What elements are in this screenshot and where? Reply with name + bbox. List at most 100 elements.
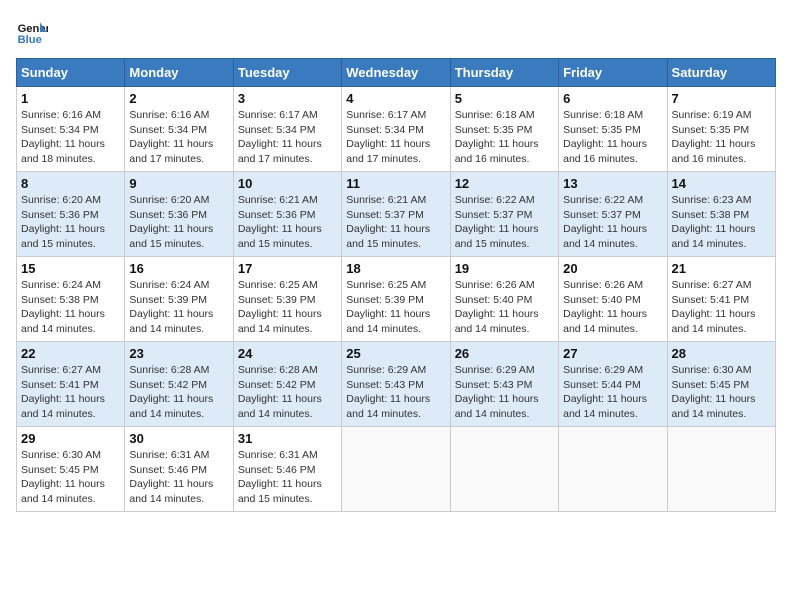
- svg-text:Blue: Blue: [18, 34, 42, 46]
- calendar-cell: 24 Sunrise: 6:28 AMSunset: 5:42 PMDayligh…: [233, 342, 341, 427]
- header-sunday: Sunday: [17, 59, 125, 87]
- calendar-week-3: 15 Sunrise: 6:24 AMSunset: 5:38 PMDayligh…: [17, 257, 776, 342]
- day-info: Sunrise: 6:16 AMSunset: 5:34 PMDaylight:…: [21, 108, 120, 167]
- day-number: 2: [129, 91, 228, 106]
- day-info: Sunrise: 6:27 AMSunset: 5:41 PMDaylight:…: [672, 278, 771, 337]
- day-number: 14: [672, 176, 771, 191]
- calendar-cell: 15 Sunrise: 6:24 AMSunset: 5:38 PMDayligh…: [17, 257, 125, 342]
- day-number: 20: [563, 261, 662, 276]
- day-number: 4: [346, 91, 445, 106]
- day-info: Sunrise: 6:28 AMSunset: 5:42 PMDaylight:…: [129, 363, 228, 422]
- day-number: 3: [238, 91, 337, 106]
- calendar-cell: 12Sunrise: 6:22 AMSunset: 5:37 PMDayligh…: [450, 172, 558, 257]
- calendar-cell: [559, 427, 667, 512]
- day-number: 17: [238, 261, 337, 276]
- day-number: 18: [346, 261, 445, 276]
- calendar-cell: 6 Sunrise: 6:18 AMSunset: 5:35 PMDaylight…: [559, 87, 667, 172]
- day-number: 30: [129, 431, 228, 446]
- calendar-cell: 4Sunrise: 6:17 AMSunset: 5:34 PMDaylight…: [342, 87, 450, 172]
- day-info: Sunrise: 6:30 AMSunset: 5:45 PMDaylight:…: [21, 448, 120, 507]
- day-number: 13: [563, 176, 662, 191]
- day-info: Sunrise: 6:30 AMSunset: 5:45 PMDaylight:…: [672, 363, 771, 422]
- day-number: 29: [21, 431, 120, 446]
- day-number: 8: [21, 176, 120, 191]
- day-info: Sunrise: 6:25 AMSunset: 5:39 PMDaylight:…: [346, 278, 445, 337]
- day-info: Sunrise: 6:17 AMSunset: 5:34 PMDaylight:…: [238, 108, 337, 167]
- day-number: 12: [455, 176, 554, 191]
- day-number: 25: [346, 346, 445, 361]
- header: General Blue: [16, 16, 776, 48]
- day-number: 1: [21, 91, 120, 106]
- calendar-cell: 7 Sunrise: 6:19 AMSunset: 5:35 PMDaylight…: [667, 87, 775, 172]
- calendar-cell: 30Sunrise: 6:31 AMSunset: 5:46 PMDayligh…: [125, 427, 233, 512]
- header-monday: Monday: [125, 59, 233, 87]
- calendar-week-5: 29 Sunrise: 6:30 AMSunset: 5:45 PMDayligh…: [17, 427, 776, 512]
- day-number: 22: [21, 346, 120, 361]
- calendar-week-1: 1 Sunrise: 6:16 AMSunset: 5:34 PMDaylight…: [17, 87, 776, 172]
- calendar-cell: [342, 427, 450, 512]
- calendar-cell: 3 Sunrise: 6:17 AMSunset: 5:34 PMDaylight…: [233, 87, 341, 172]
- day-number: 27: [563, 346, 662, 361]
- day-info: Sunrise: 6:25 AMSunset: 5:39 PMDaylight:…: [238, 278, 337, 337]
- day-number: 19: [455, 261, 554, 276]
- day-info: Sunrise: 6:24 AMSunset: 5:39 PMDaylight:…: [129, 278, 228, 337]
- day-info: Sunrise: 6:29 AMSunset: 5:43 PMDaylight:…: [455, 363, 554, 422]
- calendar-cell: 14 Sunrise: 6:23 AMSunset: 5:38 PMDayligh…: [667, 172, 775, 257]
- day-number: 5: [455, 91, 554, 106]
- calendar-cell: 11 Sunrise: 6:21 AMSunset: 5:37 PMDayligh…: [342, 172, 450, 257]
- header-saturday: Saturday: [667, 59, 775, 87]
- calendar-cell: 22 Sunrise: 6:27 AMSunset: 5:41 PMDayligh…: [17, 342, 125, 427]
- day-info: Sunrise: 6:24 AMSunset: 5:38 PMDaylight:…: [21, 278, 120, 337]
- calendar-header-row: SundayMondayTuesdayWednesdayThursdayFrid…: [17, 59, 776, 87]
- calendar-cell: 21Sunrise: 6:27 AMSunset: 5:41 PMDayligh…: [667, 257, 775, 342]
- calendar-cell: 28Sunrise: 6:30 AMSunset: 5:45 PMDayligh…: [667, 342, 775, 427]
- day-number: 23: [129, 346, 228, 361]
- calendar-cell: [450, 427, 558, 512]
- calendar-cell: 5Sunrise: 6:18 AMSunset: 5:35 PMDaylight…: [450, 87, 558, 172]
- calendar-cell: 2 Sunrise: 6:16 AMSunset: 5:34 PMDaylight…: [125, 87, 233, 172]
- calendar-cell: 8Sunrise: 6:20 AMSunset: 5:36 PMDaylight…: [17, 172, 125, 257]
- day-info: Sunrise: 6:22 AMSunset: 5:37 PMDaylight:…: [563, 193, 662, 252]
- calendar-cell: 16 Sunrise: 6:24 AMSunset: 5:39 PMDayligh…: [125, 257, 233, 342]
- header-thursday: Thursday: [450, 59, 558, 87]
- day-info: Sunrise: 6:21 AMSunset: 5:37 PMDaylight:…: [346, 193, 445, 252]
- day-number: 15: [21, 261, 120, 276]
- day-number: 11: [346, 176, 445, 191]
- calendar-cell: 31Sunrise: 6:31 AMSunset: 5:46 PMDayligh…: [233, 427, 341, 512]
- day-number: 7: [672, 91, 771, 106]
- day-info: Sunrise: 6:26 AMSunset: 5:40 PMDaylight:…: [455, 278, 554, 337]
- header-tuesday: Tuesday: [233, 59, 341, 87]
- day-info: Sunrise: 6:19 AMSunset: 5:35 PMDaylight:…: [672, 108, 771, 167]
- calendar-cell: 27 Sunrise: 6:29 AMSunset: 5:44 PMDayligh…: [559, 342, 667, 427]
- calendar-table: SundayMondayTuesdayWednesdayThursdayFrid…: [16, 58, 776, 512]
- header-friday: Friday: [559, 59, 667, 87]
- day-info: Sunrise: 6:29 AMSunset: 5:43 PMDaylight:…: [346, 363, 445, 422]
- day-info: Sunrise: 6:26 AMSunset: 5:40 PMDaylight:…: [563, 278, 662, 337]
- logo-icon: General Blue: [16, 16, 48, 48]
- day-info: Sunrise: 6:21 AMSunset: 5:36 PMDaylight:…: [238, 193, 337, 252]
- day-number: 16: [129, 261, 228, 276]
- day-number: 24: [238, 346, 337, 361]
- day-info: Sunrise: 6:23 AMSunset: 5:38 PMDaylight:…: [672, 193, 771, 252]
- day-number: 10: [238, 176, 337, 191]
- day-info: Sunrise: 6:18 AMSunset: 5:35 PMDaylight:…: [563, 108, 662, 167]
- calendar-cell: 29 Sunrise: 6:30 AMSunset: 5:45 PMDayligh…: [17, 427, 125, 512]
- day-info: Sunrise: 6:20 AMSunset: 5:36 PMDaylight:…: [129, 193, 228, 252]
- day-info: Sunrise: 6:27 AMSunset: 5:41 PMDaylight:…: [21, 363, 120, 422]
- day-info: Sunrise: 6:28 AMSunset: 5:42 PMDaylight:…: [238, 363, 337, 422]
- day-number: 9: [129, 176, 228, 191]
- day-info: Sunrise: 6:29 AMSunset: 5:44 PMDaylight:…: [563, 363, 662, 422]
- calendar-cell: 25 Sunrise: 6:29 AMSunset: 5:43 PMDayligh…: [342, 342, 450, 427]
- calendar-week-4: 22 Sunrise: 6:27 AMSunset: 5:41 PMDayligh…: [17, 342, 776, 427]
- day-number: 26: [455, 346, 554, 361]
- day-info: Sunrise: 6:16 AMSunset: 5:34 PMDaylight:…: [129, 108, 228, 167]
- calendar-cell: [667, 427, 775, 512]
- calendar-cell: 17 Sunrise: 6:25 AMSunset: 5:39 PMDayligh…: [233, 257, 341, 342]
- logo: General Blue: [16, 16, 48, 48]
- header-wednesday: Wednesday: [342, 59, 450, 87]
- calendar-cell: 23 Sunrise: 6:28 AMSunset: 5:42 PMDayligh…: [125, 342, 233, 427]
- calendar-cell: 19 Sunrise: 6:26 AMSunset: 5:40 PMDayligh…: [450, 257, 558, 342]
- day-number: 6: [563, 91, 662, 106]
- calendar-cell: 26 Sunrise: 6:29 AMSunset: 5:43 PMDayligh…: [450, 342, 558, 427]
- calendar-cell: 1 Sunrise: 6:16 AMSunset: 5:34 PMDaylight…: [17, 87, 125, 172]
